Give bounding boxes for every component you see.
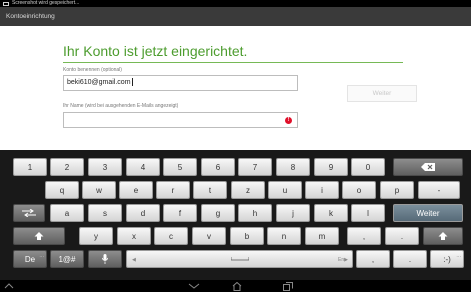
key-c[interactable]: c bbox=[154, 227, 188, 245]
backspace-icon bbox=[421, 163, 435, 171]
key-b[interactable]: b bbox=[230, 227, 264, 245]
screenshot-icon bbox=[3, 1, 9, 6]
key-comma[interactable]: , bbox=[347, 227, 381, 245]
key-period-bottom[interactable]: . bbox=[393, 250, 427, 268]
navigation-bar bbox=[0, 280, 471, 292]
smiley-ellipsis: ... bbox=[456, 253, 461, 259]
back-icon[interactable] bbox=[188, 282, 200, 290]
key-4[interactable]: 4 bbox=[126, 158, 160, 176]
next-button[interactable]: Weiter bbox=[347, 85, 417, 102]
text-cursor bbox=[131, 78, 133, 87]
error-icon: ! bbox=[285, 117, 292, 124]
microphone-icon bbox=[102, 254, 108, 264]
window-title: Kontoeinrichtung bbox=[6, 13, 55, 20]
key-3[interactable]: 3 bbox=[88, 158, 122, 176]
language-ellipsis: ... bbox=[39, 253, 44, 259]
recent-apps-icon[interactable] bbox=[283, 282, 293, 291]
backspace-key[interactable] bbox=[393, 158, 463, 176]
account-setup-form: Ihr Konto ist jetzt eingerichtet. Konto … bbox=[0, 26, 471, 150]
title-divider bbox=[63, 62, 403, 63]
account-name-label: Konto benennen (optional) bbox=[63, 67, 122, 73]
your-name-label: Ihr Name (wird bei ausgehenden E-Mails a… bbox=[63, 103, 179, 109]
shift-icon bbox=[438, 232, 448, 240]
voice-input-key[interactable] bbox=[88, 250, 122, 268]
key-o[interactable]: o bbox=[342, 181, 376, 199]
key-x[interactable]: x bbox=[117, 227, 151, 245]
tab-key[interactable] bbox=[13, 204, 45, 222]
keyboard-row-5: De ... 1@# ◀ En▶ , . :-) ... bbox=[0, 250, 471, 268]
language-label: De bbox=[24, 255, 36, 264]
account-name-field[interactable]: beki610@gmail.com bbox=[63, 75, 298, 91]
key-n[interactable]: n bbox=[267, 227, 301, 245]
key-e[interactable]: e bbox=[119, 181, 153, 199]
page-title: Ihr Konto ist jetzt eingerichtet. bbox=[63, 43, 248, 59]
space-lang-label: En▶ bbox=[338, 257, 348, 263]
key-f[interactable]: f bbox=[163, 204, 197, 222]
status-bar: Screenshot wird gespeichert... bbox=[0, 0, 471, 7]
title-bar: Kontoeinrichtung bbox=[0, 7, 471, 26]
key-u[interactable]: u bbox=[268, 181, 302, 199]
key-g[interactable]: g bbox=[201, 204, 235, 222]
on-screen-keyboard: 1 2 3 4 5 6 7 8 9 0 q w e r t z u i o p … bbox=[0, 150, 471, 280]
key-comma-bottom[interactable]: , bbox=[356, 250, 390, 268]
key-p[interactable]: p bbox=[380, 181, 414, 199]
keyboard-row-2: q w e r t z u i o p - bbox=[0, 181, 471, 199]
key-t[interactable]: t bbox=[193, 181, 227, 199]
key-1[interactable]: 1 bbox=[13, 158, 47, 176]
key-0[interactable]: 0 bbox=[351, 158, 385, 176]
key-9[interactable]: 9 bbox=[314, 158, 348, 176]
key-q[interactable]: q bbox=[45, 181, 79, 199]
keyboard-row-3: a s d f g h j k l Weiter bbox=[0, 204, 471, 222]
home-icon[interactable] bbox=[232, 282, 242, 291]
key-a[interactable]: a bbox=[50, 204, 84, 222]
key-6[interactable]: 6 bbox=[201, 158, 235, 176]
key-2[interactable]: 2 bbox=[50, 158, 84, 176]
key-r[interactable]: r bbox=[156, 181, 190, 199]
key-z[interactable]: z bbox=[231, 181, 265, 199]
key-m[interactable]: m bbox=[305, 227, 339, 245]
smiley-key[interactable]: :-) ... bbox=[430, 250, 464, 268]
your-name-field[interactable]: ! bbox=[63, 112, 298, 128]
key-s[interactable]: s bbox=[88, 204, 122, 222]
key-v[interactable]: v bbox=[192, 227, 226, 245]
smiley-label: :-) bbox=[443, 255, 451, 264]
key-l[interactable]: l bbox=[351, 204, 385, 222]
key-hyphen[interactable]: - bbox=[418, 181, 460, 199]
space-left-arrow-icon: ◀ bbox=[132, 257, 136, 263]
keyboard-row-4: y x c v b n m , . bbox=[0, 227, 471, 245]
shift-icon bbox=[34, 232, 44, 240]
tab-icon bbox=[22, 209, 36, 217]
language-key[interactable]: De ... bbox=[13, 250, 47, 268]
key-y[interactable]: y bbox=[79, 227, 113, 245]
key-period[interactable]: . bbox=[385, 227, 419, 245]
key-w[interactable]: w bbox=[82, 181, 116, 199]
space-bar-icon bbox=[230, 257, 249, 261]
key-k[interactable]: k bbox=[314, 204, 348, 222]
keyboard-row-numbers: 1 2 3 4 5 6 7 8 9 0 bbox=[0, 158, 471, 176]
key-7[interactable]: 7 bbox=[238, 158, 272, 176]
status-message: Screenshot wird gespeichert... bbox=[12, 0, 80, 6]
key-5[interactable]: 5 bbox=[163, 158, 197, 176]
key-d[interactable]: d bbox=[126, 204, 160, 222]
key-h[interactable]: h bbox=[238, 204, 272, 222]
shift-right-key[interactable] bbox=[423, 227, 463, 245]
space-key[interactable]: ◀ En▶ bbox=[126, 250, 353, 268]
symbols-key[interactable]: 1@# bbox=[50, 250, 84, 268]
keyboard-hide-icon[interactable] bbox=[4, 282, 14, 290]
enter-weiter-key[interactable]: Weiter bbox=[393, 204, 463, 222]
account-name-value: beki610@gmail.com bbox=[67, 79, 131, 86]
key-8[interactable]: 8 bbox=[276, 158, 310, 176]
shift-left-key[interactable] bbox=[13, 227, 65, 245]
key-j[interactable]: j bbox=[276, 204, 310, 222]
key-i[interactable]: i bbox=[305, 181, 339, 199]
